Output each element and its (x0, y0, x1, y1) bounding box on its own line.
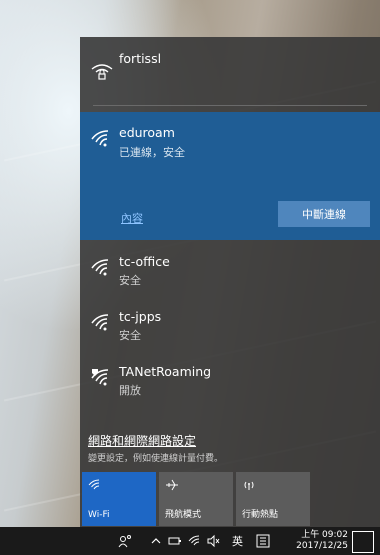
network-settings-link[interactable]: 網路和網際網路設定 (88, 432, 368, 449)
wifi-icon (88, 479, 100, 490)
clock[interactable]: 上午 09:02 2017/12/25 (296, 530, 348, 552)
speaker-muted-icon[interactable] (206, 534, 220, 548)
chevron-up-icon[interactable] (150, 535, 162, 547)
taskbar: 英 上午 09:02 2017/12/25 (0, 527, 380, 555)
network-item-tc-jpps[interactable]: tc-jpps 安全 (80, 297, 380, 349)
divider (93, 105, 367, 106)
network-name: tc-jpps (119, 309, 162, 324)
ime-indicator[interactable]: 英 (232, 533, 243, 549)
network-status: 安全 (119, 329, 141, 342)
network-name: tc-office (119, 254, 170, 269)
network-status: 開放 (119, 384, 141, 397)
people-icon[interactable] (118, 534, 132, 548)
hotspot-icon (244, 481, 254, 490)
wifi-strong-icon (91, 130, 110, 147)
network-flyout: fortissl eduroam 已連線，安全 內容 中斷連線 tc-offic… (80, 37, 380, 527)
wifi-shield-icon (91, 369, 109, 386)
mobile-hotspot-tile[interactable]: 行動熱點 (236, 472, 310, 526)
network-name: fortissl (119, 51, 162, 66)
network-name: TANetRoaming (119, 364, 212, 379)
network-status: 安全 (119, 274, 141, 287)
network-item-tanetroaming[interactable]: TANetRoaming 開放 (80, 352, 380, 404)
wifi-strong-icon (91, 314, 109, 331)
ime-mode-icon[interactable] (256, 534, 270, 548)
wifi-strong-icon (91, 259, 109, 276)
wifi-icon[interactable] (188, 534, 202, 548)
network-item-fortissl[interactable]: fortissl (80, 37, 380, 105)
network-item-tc-office[interactable]: tc-office 安全 (80, 242, 380, 294)
network-name: eduroam (119, 125, 175, 140)
clock-time: 上午 09:02 (301, 530, 348, 540)
wifi-tile[interactable]: Wi-Fi (82, 472, 156, 526)
airplane-mode-tile[interactable]: 飛航模式 (159, 472, 233, 526)
network-status: 已連線，安全 (119, 146, 185, 159)
tile-label: Wi-Fi (88, 510, 110, 520)
network-settings: 網路和網際網路設定 變更設定，例如使連線計量付費。 (88, 432, 368, 464)
airplane-icon (166, 479, 178, 491)
properties-link[interactable]: 內容 (121, 210, 143, 226)
network-settings-description: 變更設定，例如使連線計量付費。 (88, 454, 224, 464)
action-center-icon[interactable] (352, 531, 374, 553)
clock-date: 2017/12/25 (296, 541, 348, 551)
tile-label: 飛航模式 (165, 510, 202, 520)
quick-action-tiles: Wi-Fi 飛航模式 行動熱點 (82, 472, 378, 526)
battery-icon[interactable] (168, 535, 182, 547)
disconnect-button[interactable]: 中斷連線 (278, 201, 370, 227)
wifi-weak-lock-icon (91, 64, 113, 80)
tile-label: 行動熱點 (242, 510, 279, 520)
